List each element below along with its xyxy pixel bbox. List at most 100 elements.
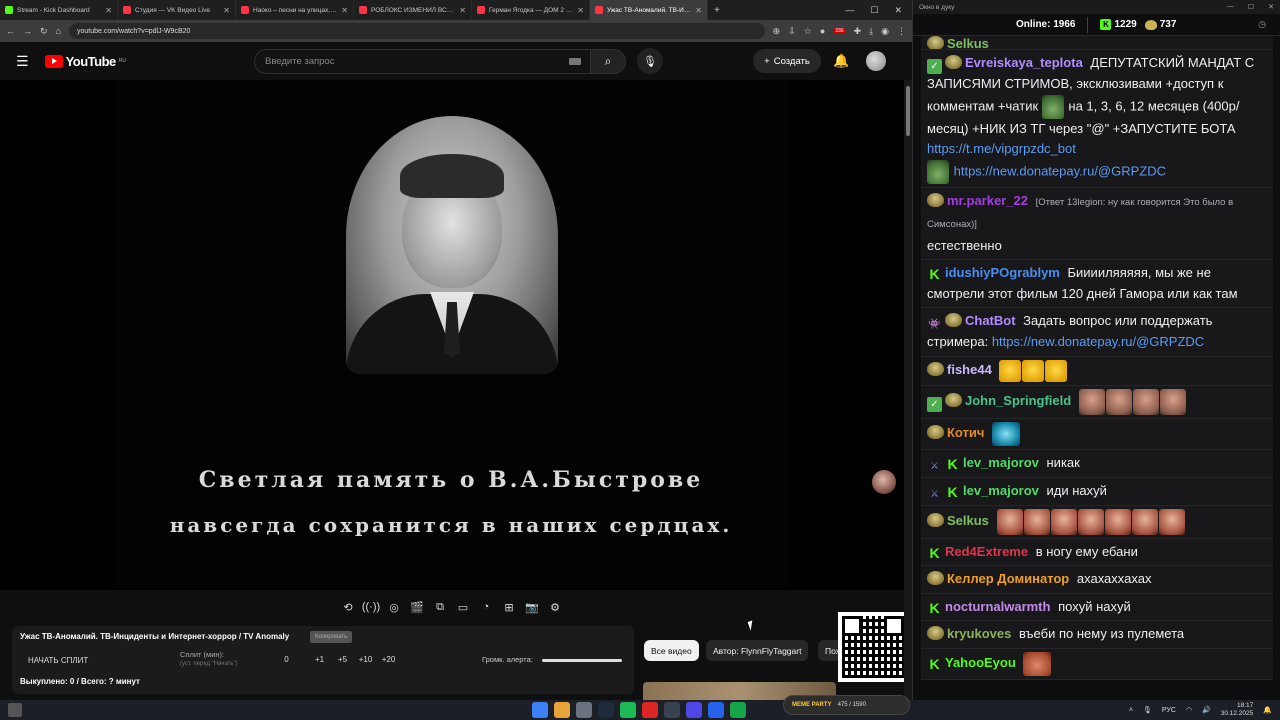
close-icon[interactable]: ✕ — [577, 6, 584, 15]
tab-youtube-2[interactable]: РОБЛОКС ИЗМЕНИЛ ВСЮ МОЮ Ж ✕ — [354, 0, 472, 20]
add-frame-icon[interactable]: ⊞ — [501, 599, 517, 615]
start-icon[interactable] — [532, 702, 548, 718]
obs-icon[interactable] — [642, 702, 658, 718]
youtube-logo[interactable]: YouTube RU — [44, 54, 126, 69]
timer-icon[interactable]: ◷ — [1258, 19, 1266, 30]
profile-icon[interactable]: ◉ — [881, 26, 889, 37]
maximize-icon[interactable]: ☐ — [1248, 3, 1254, 11]
chat-message-list[interactable]: Selkus ✓ Evreiskaya_teplota ДЕПУТАТСКИЙ М… — [921, 36, 1273, 686]
notifications-bell-icon[interactable]: 🔔 — [833, 53, 849, 69]
split-value-plus20[interactable]: +20 — [377, 655, 400, 664]
settings-gear-icon[interactable]: ⚙ — [547, 599, 563, 615]
download-icon[interactable]: ⤓ — [869, 26, 873, 37]
chat-nick[interactable]: Котич — [947, 425, 984, 440]
spotify-icon[interactable] — [620, 702, 636, 718]
close-icon[interactable]: ✕ — [695, 6, 702, 15]
wifi-icon[interactable]: ◠ — [1186, 706, 1192, 714]
chip-author[interactable]: Автор: FlynnFlyTaggart — [706, 640, 809, 661]
close-icon[interactable]: ✕ — [459, 6, 466, 15]
maximize-icon[interactable]: ☐ — [870, 5, 878, 16]
chat-nick[interactable]: nocturnalwarmth — [945, 599, 1050, 614]
split-value-plus5[interactable]: +5 — [331, 655, 354, 664]
chat-nick[interactable]: John_Springfield — [965, 393, 1071, 408]
tab-youtube-1[interactable]: Нaoко – песни на улицах, арм ✕ — [236, 0, 354, 20]
clapper-icon[interactable]: 🎬 — [409, 599, 425, 615]
home-icon[interactable]: ⌂ — [56, 26, 61, 36]
chat-link[interactable]: https://new.donatepay.ru/@GRPZDC — [954, 163, 1166, 178]
forward-icon[interactable]: → — [23, 26, 32, 36]
discord-icon[interactable] — [686, 702, 702, 718]
app-icon[interactable] — [730, 702, 746, 718]
chat-nick[interactable]: kryukoves — [947, 626, 1011, 641]
chat-nick[interactable]: lev_majorov — [963, 483, 1039, 498]
theater-icon[interactable]: ▭ — [455, 599, 471, 615]
puzzle-icon[interactable]: ✚ — [854, 26, 862, 37]
search-button[interactable]: ⌕ — [590, 48, 626, 74]
create-button[interactable]: + Создать — [753, 49, 821, 73]
volume-icon[interactable]: 🔊 — [1202, 706, 1211, 714]
chat-nick[interactable]: mr.parker_22 — [947, 193, 1028, 208]
chat-nick[interactable]: idushiyPOgrablym — [945, 265, 1060, 280]
voice-search-button[interactable]: 🎙 — [637, 48, 663, 74]
start-split-button[interactable]: НАЧАТЬ СПЛИТ — [28, 656, 88, 665]
lang-indicator[interactable]: РУС — [1162, 707, 1176, 714]
close-icon[interactable]: ✕ — [1268, 3, 1274, 11]
chat-nick[interactable]: ChatBot — [965, 313, 1016, 328]
url-field[interactable]: youtube.com/watch?v=pdlJ-W9cB20 — [68, 23, 765, 39]
close-icon[interactable]: ✕ — [894, 5, 902, 16]
install-icon[interactable]: ⇩ — [788, 26, 796, 37]
reload-icon[interactable]: ↻ — [40, 26, 48, 37]
video-frame[interactable]: Светлая память о В.А.Быстрове навсегда с… — [114, 80, 788, 588]
minimize-icon[interactable]: — — [845, 5, 854, 16]
audio-icon[interactable]: ((·)) — [362, 599, 380, 615]
microphone-icon[interactable]: 🎙 — [1143, 706, 1152, 714]
notifications-icon[interactable]: 🔔 — [1263, 706, 1272, 714]
close-icon[interactable]: ✕ — [341, 6, 348, 15]
back-icon[interactable]: ← — [6, 26, 15, 36]
close-icon[interactable]: ✕ — [105, 6, 112, 15]
close-icon[interactable]: ✕ — [223, 6, 230, 15]
chat-nick[interactable]: Red4Extreme — [945, 544, 1028, 559]
extension-icon[interactable]: ● — [820, 26, 825, 36]
tab-kick[interactable]: Stream - Kick Dashboard ✕ — [0, 0, 118, 20]
chrome-icon[interactable] — [554, 702, 570, 718]
chat-nick[interactable]: YahooEyou — [945, 655, 1016, 670]
user-avatar[interactable] — [866, 51, 886, 71]
chat-nick[interactable]: lev_majorov — [963, 455, 1039, 470]
split-value-plus1[interactable]: +1 — [308, 655, 331, 664]
menu-icon[interactable]: ⋮ — [897, 26, 906, 37]
app-icon[interactable] — [664, 702, 680, 718]
copy-button[interactable]: Копировать — [310, 631, 353, 643]
new-tab-button[interactable]: + — [708, 5, 726, 16]
steam-icon[interactable] — [598, 702, 614, 718]
tab-youtube-3[interactable]: Герман Ягодка — ДОМ 2 и ал ✕ — [472, 0, 590, 20]
star-icon[interactable]: ☆ — [804, 26, 812, 37]
file-explorer-icon[interactable] — [576, 702, 592, 718]
split-value-0[interactable]: 0 — [275, 655, 298, 664]
scrollbar-thumb[interactable] — [906, 86, 910, 136]
chat-nick[interactable]: Selkus — [947, 36, 989, 49]
keyboard-icon[interactable] — [569, 57, 581, 65]
chevron-up-icon[interactable]: ˄ — [1129, 707, 1133, 714]
hamburger-menu-icon[interactable]: ☰ — [16, 53, 29, 70]
screenshot-icon[interactable]: 📷 — [524, 599, 540, 615]
eye-icon[interactable]: ◎ — [386, 599, 402, 615]
chat-nick[interactable]: fishe44 — [947, 362, 992, 377]
speed-icon[interactable]: ◔ — [478, 599, 494, 615]
split-value-plus10[interactable]: +10 — [354, 655, 377, 664]
video-player[interactable]: Светлая память о В.А.Быстрове навсегда с… — [0, 80, 904, 590]
chat-link[interactable]: https://new.donatepay.ru/@GRPZDC — [992, 334, 1204, 349]
zoom-icon[interactable]: ⊕ — [773, 26, 781, 37]
meme-party-widget[interactable]: MEME PARTY 475 / 1590 — [783, 695, 910, 715]
loop-icon[interactable]: ⟲ — [340, 599, 356, 615]
chat-nick[interactable]: Selkus — [947, 513, 989, 528]
tab-vk[interactable]: Студия — VK Видео Live ✕ — [118, 0, 236, 20]
alert-volume-slider[interactable] — [542, 659, 622, 662]
page-scrollbar[interactable] — [904, 80, 912, 700]
minimize-icon[interactable]: — — [1227, 3, 1234, 11]
tab-youtube-active[interactable]: Ужас ТВ-Аномалий. ТВ-Инциде✕ — [590, 0, 708, 20]
pip-icon[interactable]: ⧉ — [432, 599, 448, 615]
telegram-icon[interactable] — [708, 702, 724, 718]
clock[interactable]: 18:17 30.12.2025 — [1221, 702, 1254, 718]
search-input[interactable]: Введите запрос — [254, 48, 592, 74]
